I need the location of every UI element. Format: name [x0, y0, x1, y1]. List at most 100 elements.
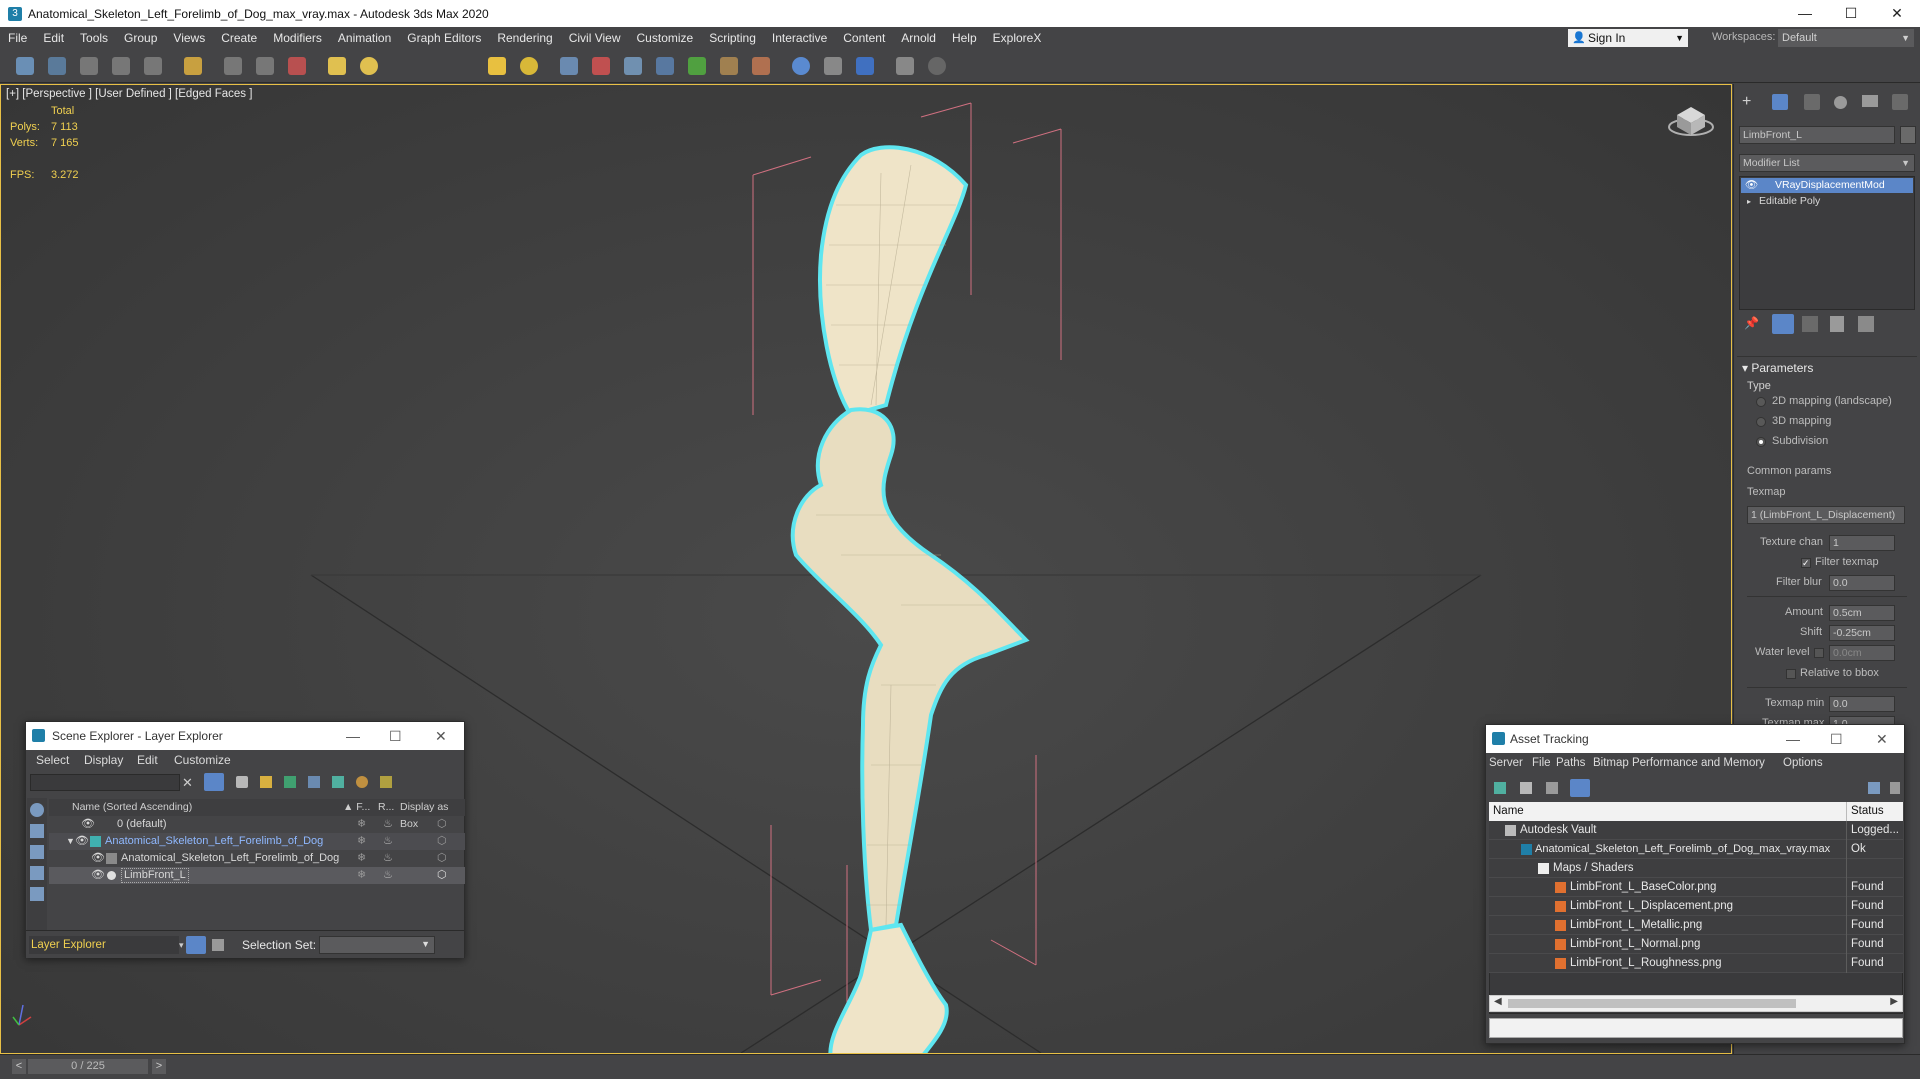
object-name-field[interactable]: LimbFront_L [1739, 126, 1895, 144]
workspace-dropdown[interactable]: Default ▼ [1778, 29, 1914, 47]
create-tab-icon[interactable]: + [1742, 94, 1758, 110]
remove-modifier-icon[interactable] [1830, 316, 1844, 332]
select-move-icon[interactable] [360, 57, 378, 75]
close-button[interactable]: ✕ [1876, 725, 1888, 753]
menu-help[interactable]: Help [944, 27, 985, 49]
menu-animation[interactable]: Animation [330, 27, 399, 49]
render-icon[interactable]: ♨ [383, 816, 393, 833]
scene-explorer-title-bar[interactable]: Scene Explorer - Layer Explorer — ☐ ✕ [26, 722, 464, 750]
clear-search-icon[interactable]: ✕ [182, 775, 193, 791]
snap-icon[interactable] [488, 57, 506, 75]
menu-graph-editors[interactable]: Graph Editors [399, 27, 489, 49]
freeze-icon[interactable]: ❄ [357, 833, 366, 850]
menu-content[interactable]: Content [835, 27, 893, 49]
display-tab-icon[interactable] [1862, 95, 1878, 107]
radio-3d-mapping[interactable] [1756, 417, 1766, 427]
align-icon[interactable] [592, 57, 610, 75]
bind-space-warp-icon[interactable] [144, 57, 162, 75]
vray-toolbar-icon[interactable] [896, 57, 914, 75]
asset-row-displacement[interactable]: LimbFront_L_Displacement.png Found [1489, 897, 1903, 916]
column-status[interactable]: Status [1846, 802, 1884, 821]
hierarchy-icon[interactable] [212, 939, 224, 951]
curve-editor-icon[interactable] [688, 57, 706, 75]
freeze-icon[interactable]: ❄ [357, 867, 366, 884]
eye-icon[interactable]: 👁 [91, 850, 105, 867]
column-freeze[interactable]: ▲ F... [343, 799, 370, 816]
minimize-button[interactable]: — [1782, 0, 1828, 27]
stack-item-editable-poly[interactable]: ▸ Editable Poly [1741, 194, 1913, 209]
undo-icon[interactable] [16, 57, 34, 75]
tree-row-limbfront[interactable]: 👁 LimbFront_L ❄ ♨ ⬡ [49, 867, 465, 884]
box-icon[interactable]: ⬡ [437, 867, 447, 884]
asset-row-metallic[interactable]: LimbFront_L_Metallic.png Found [1489, 916, 1903, 935]
tree-view-icon[interactable] [1570, 779, 1590, 797]
asset-row-normal[interactable]: LimbFront_L_Normal.png Found [1489, 935, 1903, 954]
eye-icon[interactable]: 👁 [81, 816, 95, 833]
menu-bitmap-performance[interactable]: Bitmap Performance and Memory [1593, 753, 1765, 773]
menu-edit[interactable]: Edit [35, 27, 72, 49]
asset-row-roughness[interactable]: LimbFront_L_Roughness.png Found [1489, 954, 1903, 973]
helper-mode-icon[interactable] [30, 887, 44, 901]
sort-mode-icon[interactable] [30, 824, 44, 838]
close-button[interactable]: ✕ [1874, 0, 1920, 27]
menu-modifiers[interactable]: Modifiers [265, 27, 330, 49]
minimize-button[interactable]: — [346, 722, 360, 750]
scene-explorer-icon[interactable] [624, 57, 642, 75]
object-color-swatch[interactable] [1900, 126, 1916, 144]
layer-explorer-icon[interactable] [186, 936, 206, 954]
menu-select[interactable]: Select [36, 750, 69, 770]
radio-2d-mapping[interactable] [1756, 397, 1766, 407]
radio-subdivision[interactable] [1756, 437, 1766, 447]
menu-display[interactable]: Display [84, 750, 123, 770]
menu-civil-view[interactable]: Civil View [561, 27, 629, 49]
selection-filter-icon[interactable] [184, 57, 202, 75]
menu-scripting[interactable]: Scripting [701, 27, 764, 49]
box-icon[interactable]: ⬡ [437, 833, 447, 850]
box-icon[interactable]: ⬡ [437, 816, 447, 833]
material-editor-icon[interactable] [752, 57, 770, 75]
column-name[interactable]: Name [1493, 802, 1524, 821]
close-button[interactable]: ✕ [435, 722, 447, 750]
menu-file[interactable]: File [1532, 753, 1551, 773]
menu-edit[interactable]: Edit [137, 750, 158, 770]
light-mode-icon[interactable] [30, 845, 44, 859]
make-unique-icon[interactable] [1802, 316, 1818, 332]
tree-row-skeleton-object[interactable]: 👁 Anatomical_Skeleton_Left_Forelimb_of_D… [49, 850, 465, 867]
maximize-button[interactable]: ☐ [389, 722, 402, 750]
texmap-button[interactable]: 1 (LimbFront_L_Displacement) [1747, 506, 1905, 524]
render-icon[interactable]: ♨ [383, 850, 393, 867]
hierarchy-icon[interactable] [308, 776, 320, 788]
scrollbar-thumb[interactable] [1508, 999, 1796, 1008]
box-icon[interactable]: ⬡ [437, 850, 447, 867]
search-input[interactable] [30, 774, 180, 791]
eye-icon[interactable]: 👁 [91, 867, 105, 884]
viewcube[interactable] [1668, 107, 1714, 136]
mirror-icon[interactable] [560, 57, 578, 75]
table-view-icon[interactable] [1546, 782, 1558, 794]
collapse-arrow-icon[interactable]: ▼ [66, 833, 75, 850]
layers-icon[interactable] [332, 776, 344, 788]
lock-icon[interactable] [236, 776, 248, 788]
shift-spinner[interactable]: -0.25cm [1829, 625, 1895, 641]
stack-item-vray-displacement[interactable]: 👁 VRayDisplacementMod [1741, 178, 1913, 193]
eye-icon[interactable]: 👁 [75, 833, 89, 850]
menu-customize[interactable]: Customize [174, 750, 231, 770]
select-object-icon[interactable] [224, 57, 242, 75]
render-icon[interactable]: ♨ [383, 833, 393, 850]
display-mode-icon[interactable] [30, 803, 44, 817]
camera-mode-icon[interactable] [30, 866, 44, 880]
freeze-icon[interactable]: ❄ [357, 816, 366, 833]
pin-stack-icon[interactable]: 📌 [1744, 316, 1759, 330]
next-frame-button[interactable]: > [152, 1059, 166, 1074]
maximize-button[interactable]: ☐ [1828, 0, 1874, 27]
asset-row-vault[interactable]: Autodesk Vault Logged... [1489, 821, 1903, 840]
viewport-label[interactable]: [+] [Perspective ] [User Defined ] [Edge… [6, 88, 252, 100]
asset-row-maps-folder[interactable]: Maps / Shaders [1489, 859, 1903, 878]
render-icon[interactable]: ♨ [383, 867, 393, 884]
tree-row-skeleton-layer[interactable]: ▼ 👁 Anatomical_Skeleton_Left_Forelimb_of… [49, 833, 465, 850]
relative-bbox-checkbox[interactable] [1786, 669, 1796, 679]
parameters-rollout[interactable]: ▾ Parameters [1742, 361, 1813, 375]
angle-snap-icon[interactable] [520, 57, 538, 75]
water-level-checkbox[interactable] [1814, 648, 1824, 658]
scroll-left-icon[interactable]: ◀ [1494, 996, 1502, 1007]
